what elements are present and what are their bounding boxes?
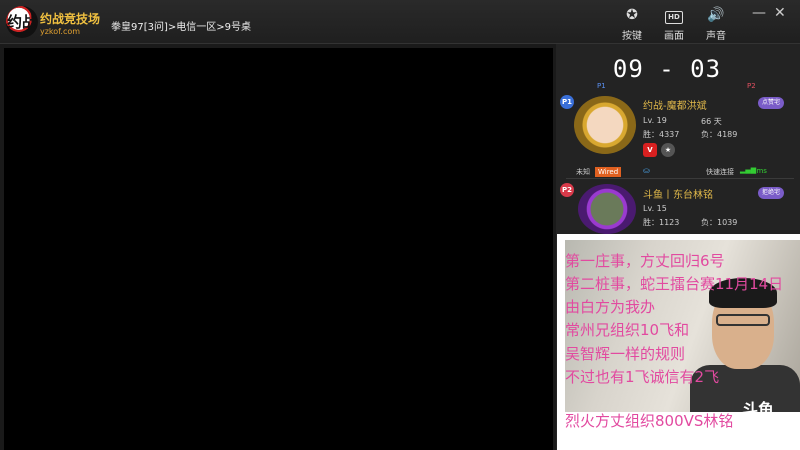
overlay-line: 由白方为我办 — [565, 298, 656, 316]
app-logo: 约战 — [6, 6, 38, 38]
p2-side-label: P2 — [747, 82, 756, 90]
gamepad-icon: ✪ — [626, 7, 638, 23]
breadcrumb: 拳皇97[3问]>电信一区>9号桌 — [111, 22, 252, 33]
p1-wins: 胜：4337 — [643, 130, 680, 139]
sound-button[interactable]: 🔊 声音 — [698, 6, 734, 42]
sound-button-label: 声音 — [706, 31, 726, 42]
p2-level: Lv. 15 — [643, 204, 667, 213]
medal-icon: ★ — [661, 143, 675, 157]
overlay-line: 烈火方丈组织800VS林铭 — [565, 412, 734, 430]
overlay-line: 不过也有1飞诚信有2飞 — [565, 368, 720, 386]
webcam-person-glasses — [716, 314, 770, 326]
overlay-line: 第一庄事，方丈回归6号 — [565, 252, 725, 270]
overlay-line: 常州兄组织10飞和 — [565, 321, 690, 339]
close-button[interactable]: ✕ — [774, 5, 786, 21]
p2-name[interactable]: 斗鱼丨东台林铭 — [643, 186, 713, 201]
p1-side-label: P1 — [597, 82, 606, 90]
keys-button[interactable]: ✪ 按键 — [614, 6, 650, 42]
p1-losses: 负：4189 — [701, 130, 738, 139]
p1-badge: P1 — [560, 95, 574, 109]
overlay-line: 吴智辉一样的规则 — [565, 345, 686, 363]
p1-avatar[interactable] — [574, 96, 636, 154]
p2-badge: P2 — [560, 183, 574, 197]
douyu-watermark: 斗鱼 — [742, 400, 775, 419]
p2-tag[interactable]: 拒绝宅 — [758, 187, 785, 199]
display-button[interactable]: HD 画面 — [656, 6, 692, 42]
hd-icon: HD — [656, 6, 692, 24]
display-button-label: 画面 — [664, 31, 684, 42]
title-bar: 约战 约战竞技场 yzkof.com 拳皇97[3问]>电信一区>9号桌 ✪ 按… — [0, 0, 800, 44]
match-score: 09 - 03 — [612, 55, 722, 83]
connection-type: Wired — [595, 167, 622, 177]
p1-name[interactable]: 约战-魔都洪斌 — [643, 97, 707, 112]
p2-wins: 胜：1123 — [643, 218, 680, 227]
network-icon: ⛀ — [643, 166, 650, 175]
p1-status: 未知 — [576, 168, 590, 176]
p2-losses: 负：1039 — [701, 218, 738, 227]
quick-connect-label: 快速连接 — [706, 168, 734, 176]
panel-divider — [566, 178, 794, 179]
brand-name: 约战竞技场 — [40, 12, 101, 26]
game-viewport[interactable] — [4, 48, 553, 450]
p1-days: 66 天 — [701, 117, 722, 126]
p1-tag[interactable]: 点赞宅 — [758, 97, 785, 109]
ping-value: 8ms — [752, 167, 767, 175]
overlay-line: 第二桩事，蛇王擂台赛11月14日 — [565, 275, 784, 293]
brand-url: yzkof.com — [40, 27, 81, 36]
p2-avatar[interactable] — [578, 184, 636, 234]
p1-level: Lv. 19 — [643, 116, 667, 125]
vip-icon: V — [643, 143, 657, 157]
keys-button-label: 按键 — [622, 31, 642, 42]
speaker-icon: 🔊 — [707, 7, 725, 23]
minimize-button[interactable]: — — [752, 5, 766, 21]
